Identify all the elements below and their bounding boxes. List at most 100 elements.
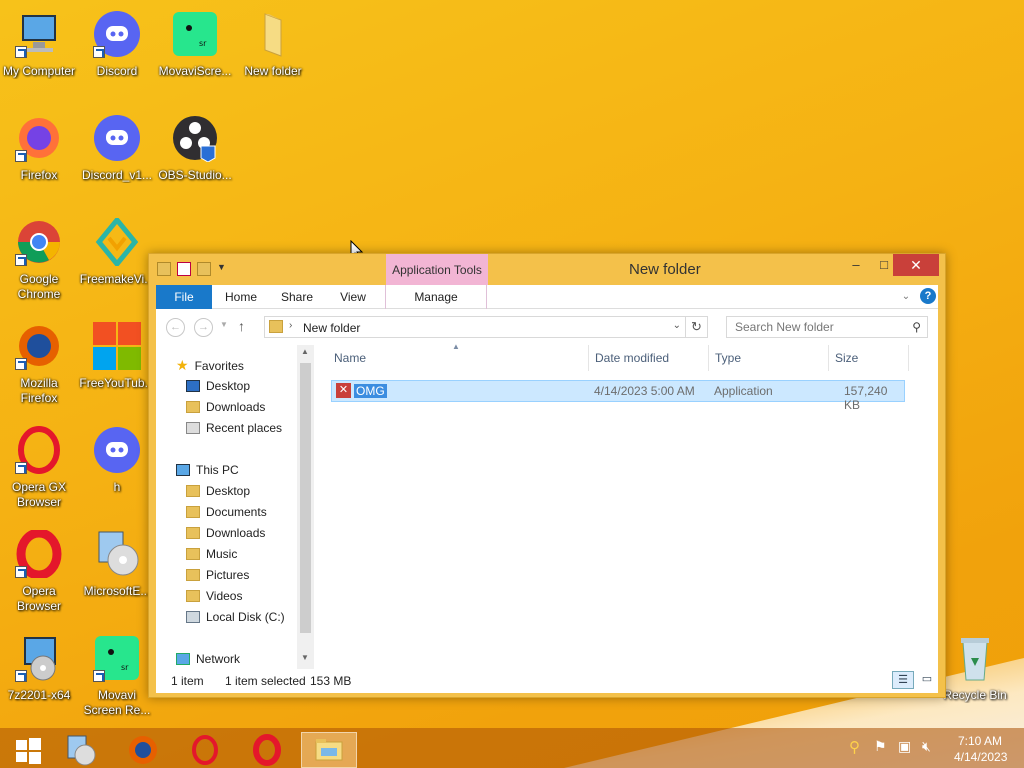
column-header-name[interactable]: Name xyxy=(334,351,366,365)
desktop-icon-freemake[interactable]: FreemakeVi... xyxy=(78,216,156,287)
nav-label: Pictures xyxy=(206,568,250,582)
title-bar[interactable]: ▼ Application Tools New folder – □ ✕ xyxy=(149,254,945,285)
nav-local-disk[interactable]: Local Disk (C:) xyxy=(186,607,285,627)
firefox-icon xyxy=(15,114,63,162)
chevron-down-icon[interactable]: ▼ xyxy=(217,262,231,276)
taskbar-file-explorer-icon[interactable] xyxy=(301,732,357,768)
tab-file[interactable]: File xyxy=(156,285,212,309)
desktop-icon-discord[interactable]: Discord xyxy=(78,10,156,79)
scrollbar-thumb[interactable] xyxy=(300,363,311,633)
address-dropdown-icon[interactable]: ⌄ xyxy=(673,320,681,331)
desktop-icon-label: 7z2201-x64 xyxy=(7,688,71,702)
computer-icon xyxy=(15,10,63,58)
search-input[interactable]: Search New folder ⚲ xyxy=(726,316,928,338)
properties-icon[interactable] xyxy=(177,262,191,276)
nav-fav-desktop[interactable]: Desktop xyxy=(186,376,250,396)
tab-home[interactable]: Home xyxy=(216,285,266,309)
nav-recent-places[interactable]: Recent places xyxy=(186,418,282,438)
recent-locations-chevron-icon[interactable]: ▼ xyxy=(220,320,228,329)
help-button[interactable]: ? xyxy=(920,288,936,304)
desktop-icon-movavi-screen[interactable]: sr MovaviScre... xyxy=(156,10,234,79)
shortcut-arrow-icon xyxy=(15,566,27,578)
nav-this-pc[interactable]: This PC xyxy=(176,460,239,480)
details-view-icon[interactable]: ☰ xyxy=(892,671,914,689)
desktop-icon-discord-installer[interactable]: Discord_v1... xyxy=(78,114,156,183)
action-center-flag-icon[interactable]: ⚑ xyxy=(874,738,887,755)
search-placeholder: Search New folder xyxy=(735,320,834,334)
desktop-icon-label: Google Chrome xyxy=(17,272,61,301)
discord-icon xyxy=(93,10,141,58)
column-header-size[interactable]: Size xyxy=(835,351,858,365)
shortcut-arrow-icon xyxy=(93,670,105,682)
back-button[interactable]: ← xyxy=(166,318,185,337)
desktop-icon-new-folder[interactable]: New folder xyxy=(234,10,312,79)
desktop-icon-google-chrome[interactable]: Google Chrome xyxy=(0,218,78,302)
desktop-icon-microsoft-edge[interactable]: MicrosoftE... xyxy=(78,530,156,599)
desktop-icon-h[interactable]: h xyxy=(78,426,156,495)
new-folder-icon[interactable] xyxy=(197,262,211,276)
start-button[interactable] xyxy=(0,732,56,768)
taskbar-firefox-icon[interactable] xyxy=(115,732,171,768)
taskbar-opera-gx-icon[interactable] xyxy=(177,732,233,768)
sort-ascending-icon: ▲ xyxy=(452,342,460,351)
large-icons-view-icon[interactable]: ▭ xyxy=(918,671,936,689)
nav-favorites[interactable]: ★ Favorites xyxy=(176,355,244,375)
volume-muted-icon[interactable]: 🔇︎ xyxy=(922,738,931,755)
desktop-icon-my-computer[interactable]: My Computer xyxy=(0,10,78,79)
desktop-icon-obs-studio[interactable]: OBS-Studio... xyxy=(156,114,234,183)
desktop-icon-recycle-bin[interactable]: Recycle Bin xyxy=(936,634,1014,703)
tab-view[interactable]: View xyxy=(328,285,378,309)
column-header-date-modified[interactable]: Date modified xyxy=(595,351,669,365)
tab-share[interactable]: Share xyxy=(272,285,322,309)
refresh-button[interactable]: ↻ xyxy=(686,316,708,338)
desktop-icon-mozilla-firefox[interactable]: Mozilla Firefox xyxy=(0,322,78,406)
up-button[interactable]: ↑ xyxy=(238,318,245,334)
scroll-up-icon[interactable]: ▲ xyxy=(301,347,309,356)
taskbar-opera-icon[interactable] xyxy=(239,732,295,768)
desktop-icon-movavi-screen-recorder[interactable]: sr Movavi Screen Re... xyxy=(78,634,156,718)
nav-pc-desktop[interactable]: Desktop xyxy=(186,481,250,501)
nav-pc-downloads[interactable]: Downloads xyxy=(186,523,265,543)
close-button[interactable]: ✕ xyxy=(893,254,939,276)
desktop-icon-label: MovaviScre... xyxy=(158,64,232,78)
shortcut-arrow-icon xyxy=(15,462,27,474)
nav-pc-videos[interactable]: Videos xyxy=(186,586,242,606)
breadcrumb-current[interactable]: New folder xyxy=(303,321,360,335)
file-list[interactable]: ▲ Name Date modified Type Size ✕ OMG 4/1… xyxy=(324,342,938,669)
file-explorer-window[interactable]: ▼ Application Tools New folder – □ ✕ Fil… xyxy=(148,253,946,698)
nav-network[interactable]: Network xyxy=(176,649,240,669)
column-header-type[interactable]: Type xyxy=(715,351,741,365)
address-box[interactable]: › New folder ⌄ xyxy=(264,316,686,338)
selection-size: 153 MB xyxy=(310,674,352,688)
nav-pc-pictures[interactable]: Pictures xyxy=(186,565,249,585)
recent-places-icon xyxy=(186,422,200,434)
file-name: OMG xyxy=(354,384,387,398)
desktop-icon-label: Discord_v1... xyxy=(81,168,153,182)
folder-icon[interactable] xyxy=(157,262,171,276)
table-row[interactable]: ✕ OMG 4/14/2023 5:00 AM Application 157,… xyxy=(331,380,905,412)
tab-divider xyxy=(486,285,487,309)
network-tray-icon[interactable]: ▣ xyxy=(898,738,911,755)
desktop-icon-7zip-installer[interactable]: 7z2201-x64 xyxy=(0,634,78,703)
taskbar-installer-icon[interactable] xyxy=(52,732,108,768)
scroll-down-icon[interactable]: ▼ xyxy=(301,653,309,662)
nav-fav-downloads[interactable]: Downloads xyxy=(186,397,265,417)
forward-button[interactable]: → xyxy=(194,318,213,337)
search-charm-icon[interactable]: ⚲ xyxy=(849,738,860,756)
clock-date[interactable]: 4/14/2023 xyxy=(954,750,1007,764)
desktop-icon-firefox[interactable]: Firefox xyxy=(0,114,78,183)
application-tools-context-tab: Application Tools xyxy=(386,254,488,285)
desktop-icon-opera-gx[interactable]: Opera GX Browser xyxy=(0,426,78,510)
clock-time[interactable]: 7:10 AM xyxy=(958,734,1002,748)
breadcrumb-chevron-icon: › xyxy=(289,320,293,331)
nav-scrollbar[interactable]: ▲ ▼ xyxy=(297,345,314,669)
desktop-icon-opera-browser[interactable]: Opera Browser xyxy=(0,528,78,614)
discord-icon xyxy=(93,114,141,162)
nav-pc-documents[interactable]: Documents xyxy=(186,502,267,522)
desktop-icon-freeyoutube[interactable]: FreeYouTub... xyxy=(78,322,156,391)
desktop-icon-label: Recycle Bin xyxy=(943,688,1007,702)
nav-label: Music xyxy=(206,547,238,561)
tab-manage[interactable]: Manage xyxy=(386,285,486,309)
expand-ribbon-icon[interactable]: ⌄ xyxy=(898,285,914,309)
nav-pc-music[interactable]: Music xyxy=(186,544,237,564)
